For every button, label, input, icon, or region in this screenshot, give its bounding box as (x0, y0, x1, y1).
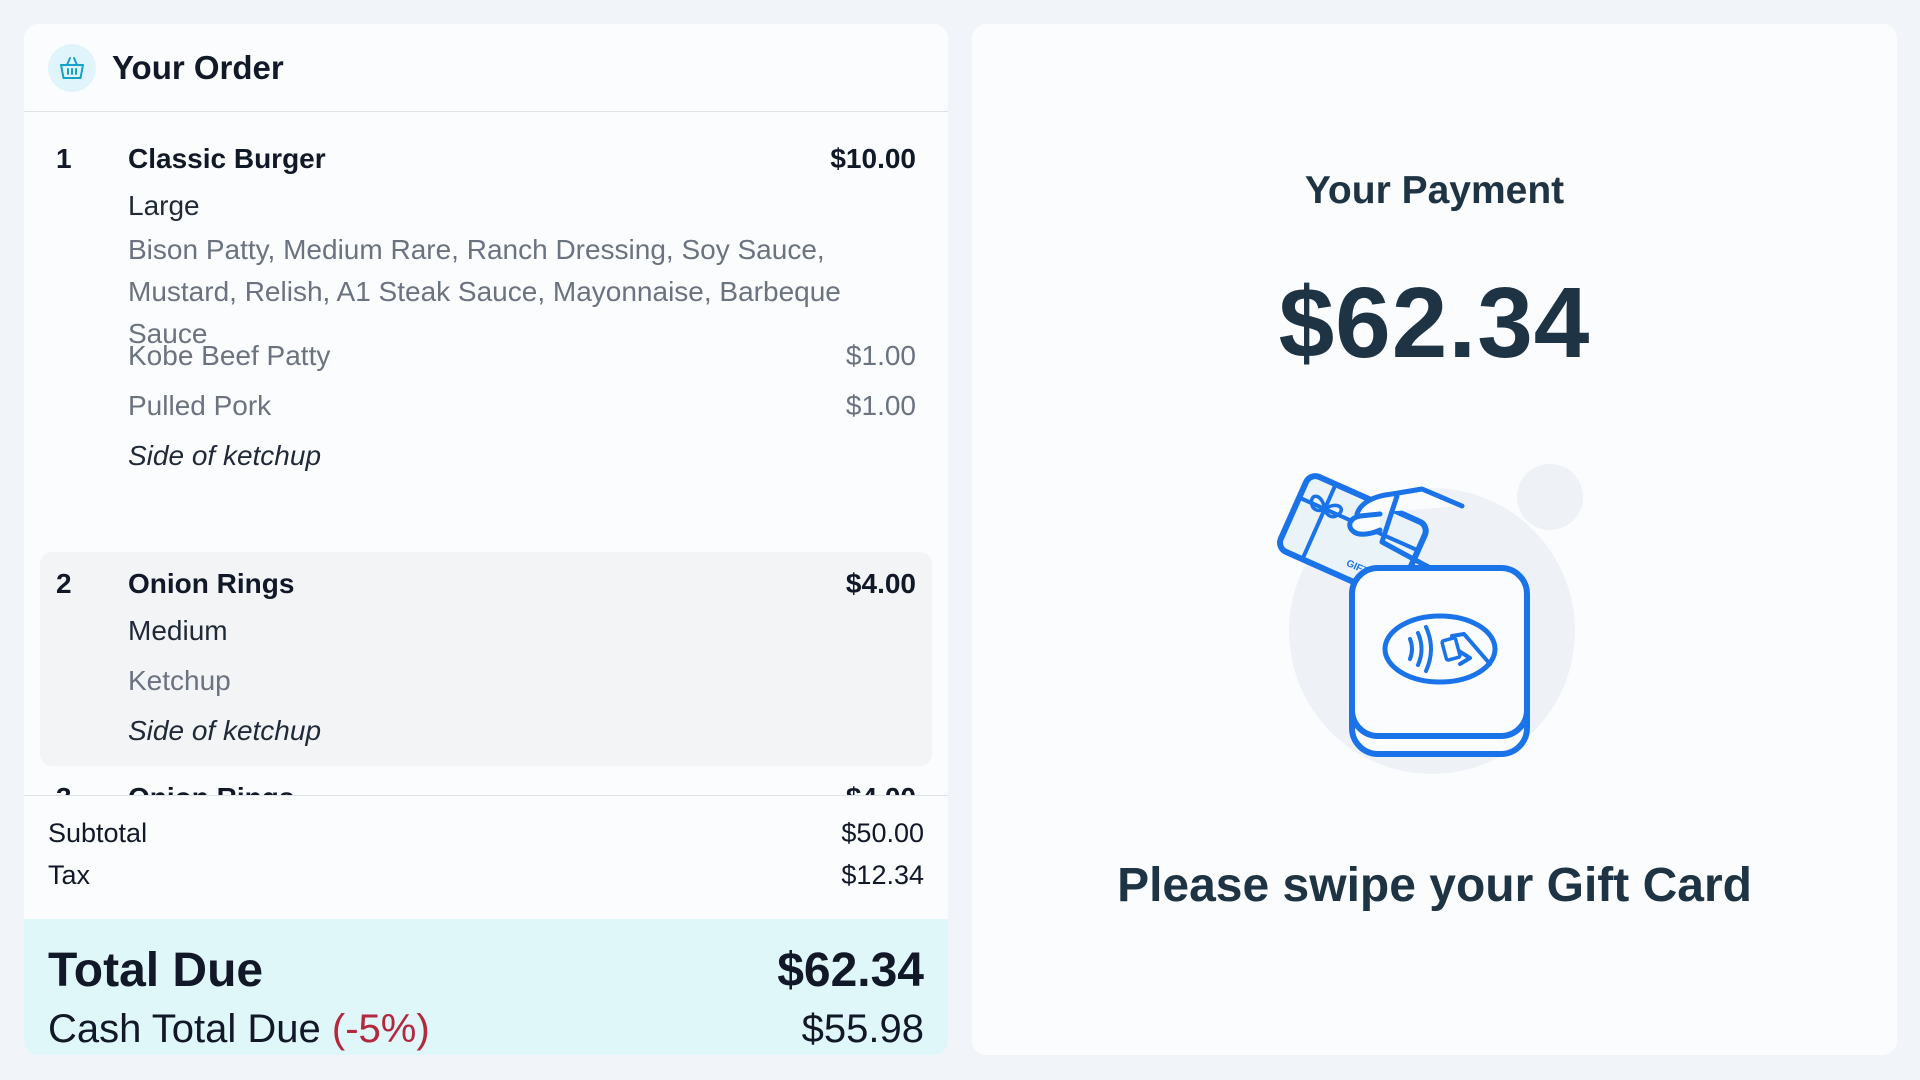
small-background-circle (1517, 464, 1583, 530)
item-name: Onion Rings (128, 782, 294, 795)
total-due-label: Total Due (48, 944, 264, 997)
item-price: $10.00 (830, 143, 916, 174)
cash-total-label-text: Cash Total Due (48, 1007, 321, 1051)
item-addon-price: $1.00 (845, 340, 916, 371)
item-number: 1 (56, 143, 72, 174)
item-variant: Medium (128, 615, 228, 646)
item-addon: Kobe Beef Patty (128, 340, 331, 371)
item-price: $4.00 (845, 568, 916, 599)
cash-total-label: Cash Total Due (-5%) (48, 1007, 430, 1052)
payment-panel: Your Payment $62.34 GIFT CARD (972, 24, 1897, 1055)
order-title: Your Order (112, 48, 284, 86)
item-name: Classic Burger (128, 143, 326, 174)
subtotal-value: $50.00 (841, 818, 924, 848)
item-modifiers: Ketchup (128, 665, 231, 696)
item-number: 2 (56, 568, 72, 599)
item-variant: Large (128, 190, 200, 221)
card-reader-icon (1349, 565, 1530, 757)
basket-icon (48, 43, 96, 92)
cash-total-value: $55.98 (801, 1007, 924, 1051)
item-price: $4.00 (846, 782, 916, 795)
order-header: Your Order (24, 24, 948, 112)
item-addon-price: $1.00 (845, 390, 916, 421)
item-addon: Pulled Pork (128, 390, 272, 421)
gift-card-swipe-illustration: GIFT CARD (1232, 434, 1632, 804)
order-item[interactable]: 2 Onion Rings $4.00 Medium Ketchup Side … (40, 552, 932, 766)
swipe-instruction: Please swipe your Gift Card (1117, 859, 1752, 912)
total-due-box: Total Due $62.34 Cash Total Due (-5%) $5… (24, 919, 948, 1055)
order-item[interactable]: 3 Onion Rings $4.00 (40, 782, 932, 795)
item-note: Side of ketchup (128, 715, 322, 746)
item-modifiers: Bison Patty, Medium Rare, Ranch Dressing… (128, 234, 841, 349)
payment-title: Your Payment (1304, 169, 1565, 212)
order-totals: Subtotal $50.00 Tax $12.34 (24, 795, 948, 919)
total-due-value: $62.34 (777, 944, 924, 997)
tax-value: $12.34 (841, 860, 924, 890)
item-note: Side of ketchup (128, 440, 322, 471)
order-items-list[interactable]: 1 Classic Burger $10.00 Large Bison Patt… (24, 113, 948, 795)
order-item[interactable]: 1 Classic Burger $10.00 Large Bison Patt… (40, 113, 932, 501)
order-panel: Your Order 1 Classic Burger $10.00 Large… (24, 24, 948, 1055)
cash-discount: (-5%) (331, 1007, 430, 1051)
payment-amount: $62.34 (1278, 267, 1591, 379)
tax-label: Tax (48, 860, 91, 890)
item-name: Onion Rings (128, 568, 295, 599)
item-number: 3 (56, 782, 72, 795)
subtotal-label: Subtotal (48, 818, 148, 848)
